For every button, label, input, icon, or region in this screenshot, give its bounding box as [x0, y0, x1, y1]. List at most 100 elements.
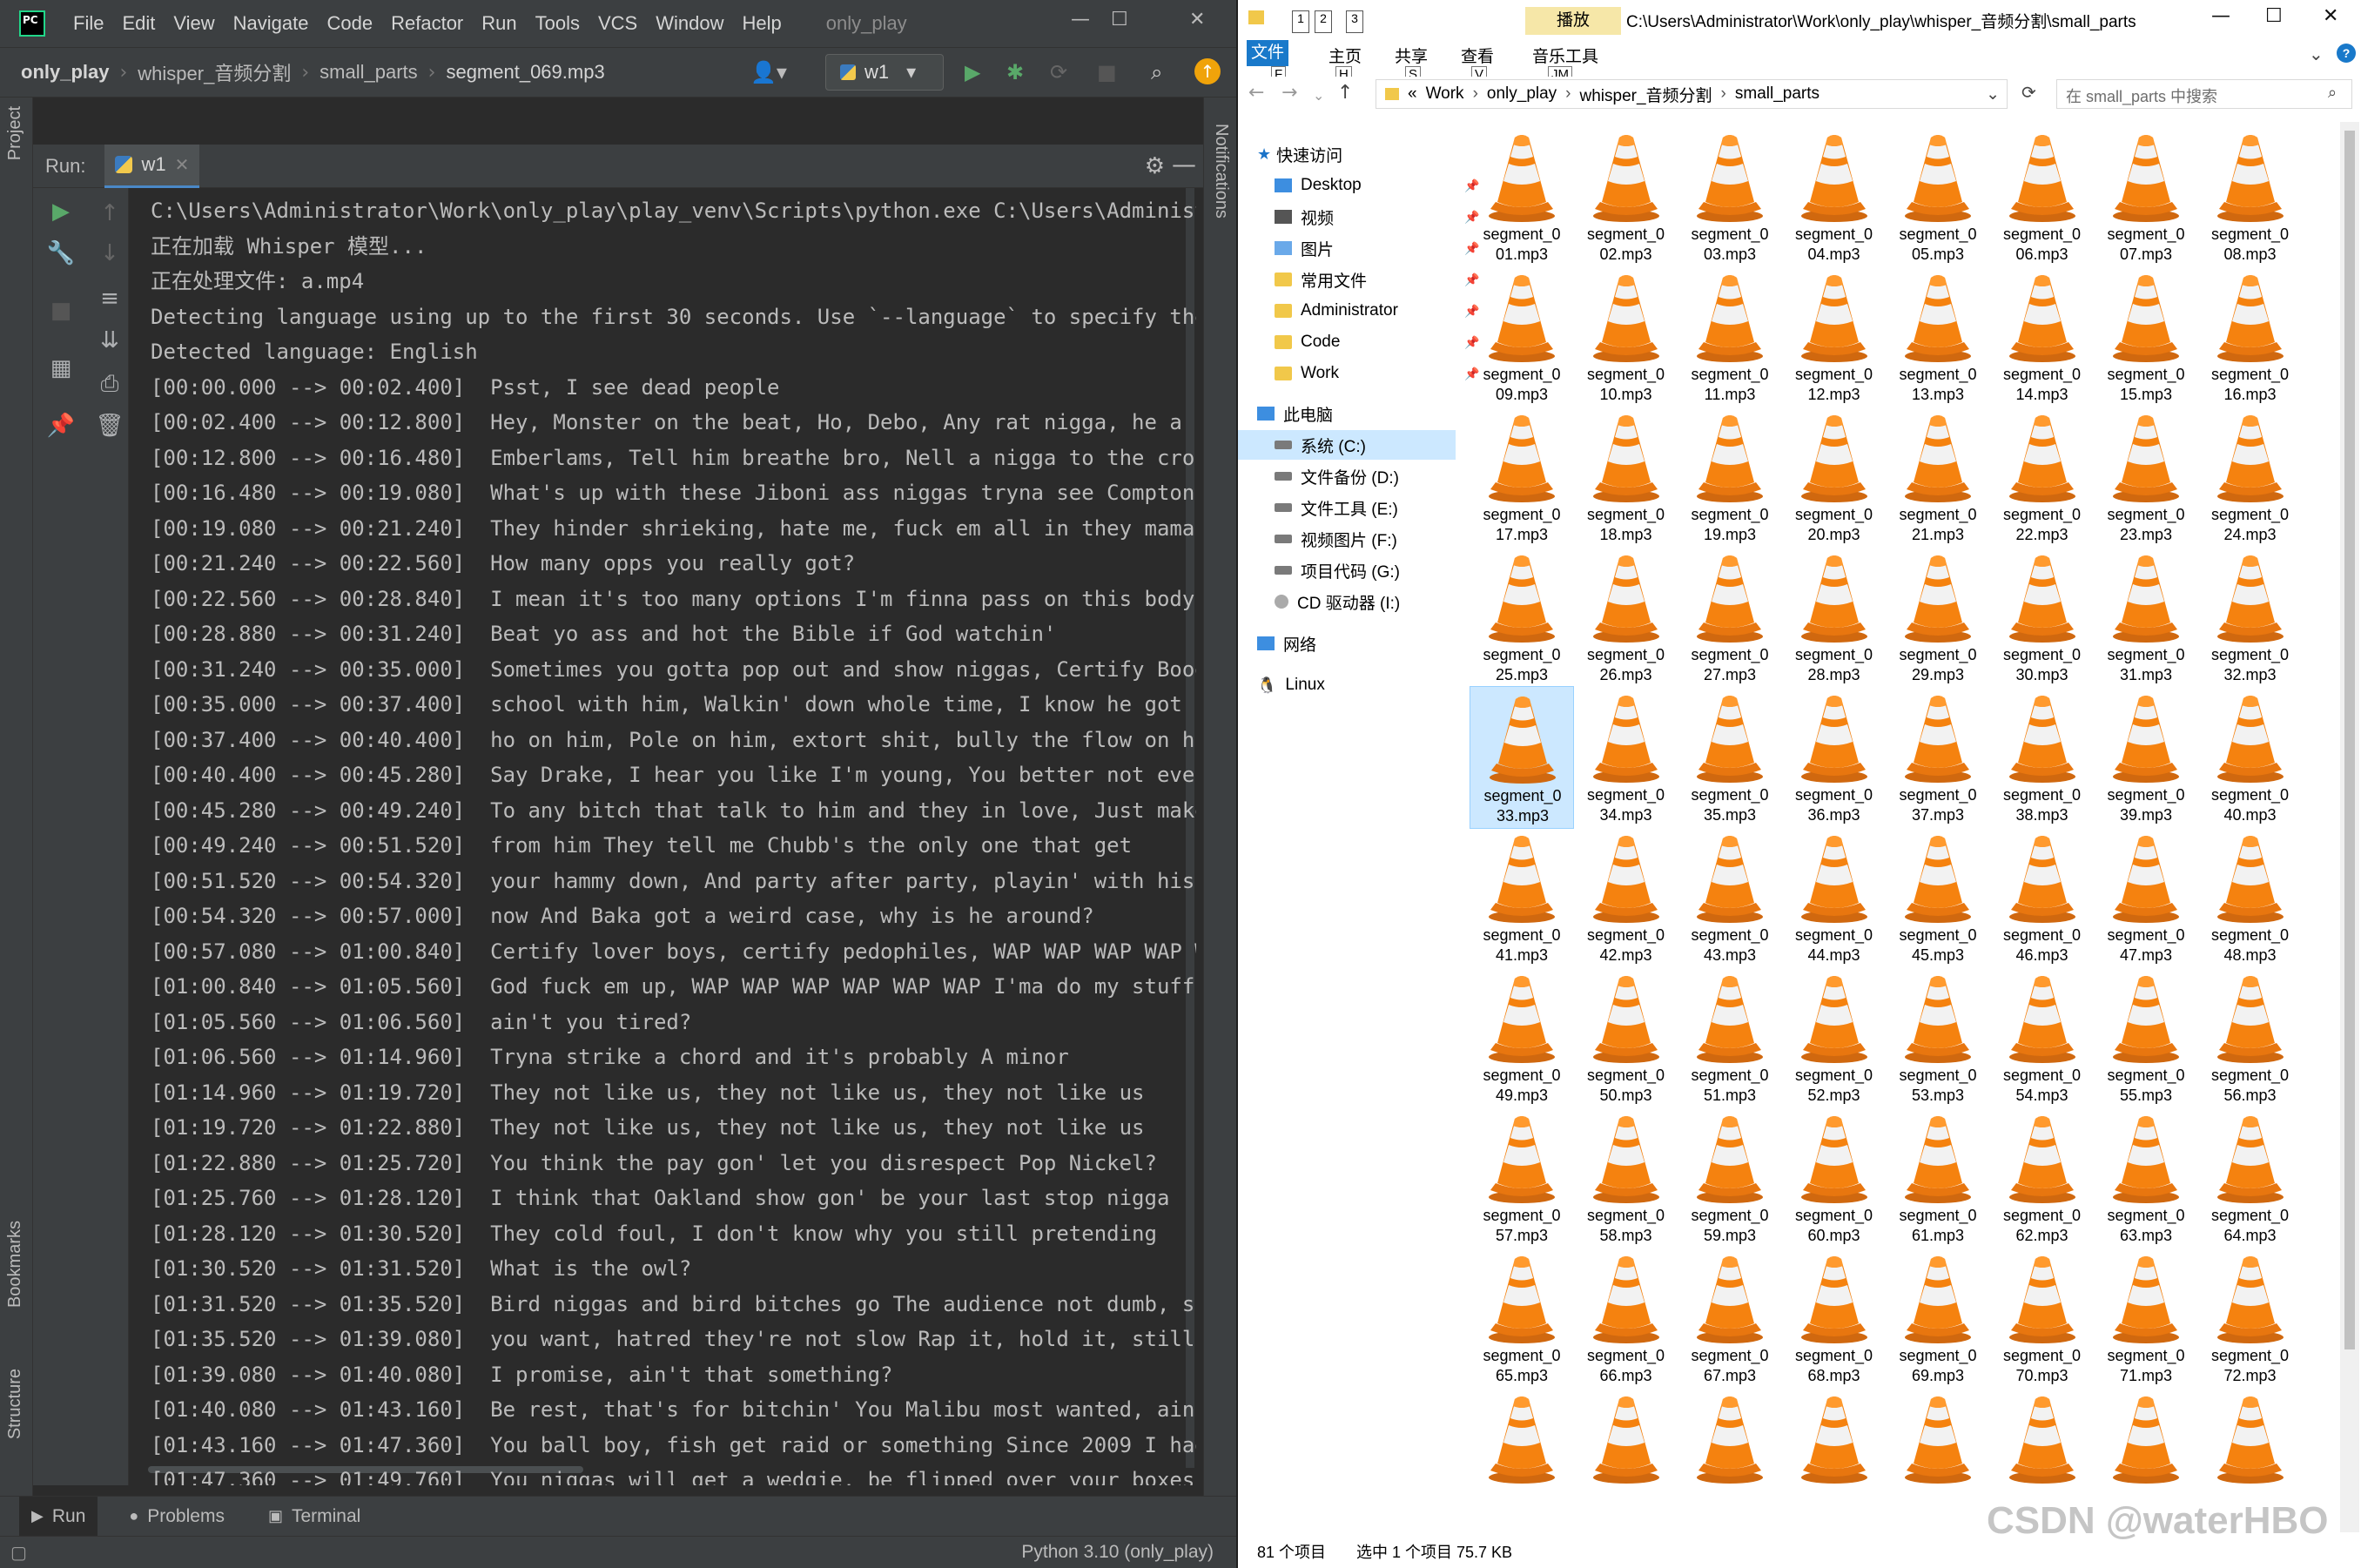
nav-quick-access[interactable]: ★ 快速访问	[1257, 139, 1342, 169]
bookmarks-tab[interactable]: Bookmarks	[5, 1221, 25, 1308]
file-grid-scrollbar[interactable]	[2340, 122, 2359, 1532]
file-item[interactable]: segment_0 63.mp3	[2094, 1107, 2198, 1249]
file-item-partial[interactable]	[1886, 1387, 1990, 1530]
nav-item-desktop[interactable]: Desktop 📌	[1275, 171, 1479, 200]
hide-panel-icon[interactable]: —	[1172, 150, 1196, 178]
file-item-partial[interactable]	[1678, 1387, 1782, 1530]
nav-item-code[interactable]: Code 📌	[1275, 327, 1479, 357]
nav-item-work[interactable]: Work 📌	[1275, 359, 1479, 388]
user-icon[interactable]: 👤▾	[750, 60, 787, 84]
file-item[interactable]: segment_0 54.mp3	[1990, 966, 2095, 1109]
file-item[interactable]: segment_0 62.mp3	[1990, 1107, 2095, 1249]
address-crumb-only-play[interactable]: only_play	[1487, 84, 1557, 104]
file-item[interactable]: segment_0 67.mp3	[1678, 1247, 1782, 1390]
nav-drive-e[interactable]: 文件工具 (E:)	[1275, 493, 1398, 522]
rerun-icon[interactable]: ▶	[44, 199, 78, 225]
terminal-tab[interactable]: ▣ Terminal	[256, 1497, 373, 1537]
back-icon[interactable]: ←	[1248, 82, 1264, 104]
minimize-icon[interactable]: —	[1071, 9, 1090, 30]
file-item[interactable]: segment_0 02.mp3	[1574, 125, 1678, 268]
minimize-icon[interactable]: —	[2211, 5, 2230, 27]
nav-item-common-files[interactable]: 常用文件 📌	[1275, 265, 1479, 294]
structure-tab[interactable]: Structure	[5, 1369, 25, 1439]
stop-icon[interactable]: ■	[44, 298, 78, 324]
menu-window[interactable]: Window	[656, 12, 723, 35]
address-crumb-whisper[interactable]: whisper_音频分割	[1580, 83, 1712, 106]
file-item[interactable]: segment_0 13.mp3	[1886, 266, 1990, 408]
debug-icon[interactable]: ✱	[1006, 60, 1024, 84]
file-item[interactable]: segment_0 34.mp3	[1574, 686, 1678, 829]
file-item[interactable]: segment_0 10.mp3	[1574, 266, 1678, 408]
file-item[interactable]: segment_0 50.mp3	[1574, 966, 1678, 1109]
recent-icon[interactable]: ⌄	[1313, 87, 1324, 104]
file-item[interactable]: segment_0 08.mp3	[2198, 125, 2303, 268]
file-item[interactable]: segment_0 25.mp3	[1470, 546, 1574, 689]
quick-access-3[interactable]: 3	[1346, 10, 1363, 33]
run-config-selector[interactable]: w1 ▾	[825, 54, 944, 91]
file-item[interactable]: segment_0 16.mp3	[2198, 266, 2303, 408]
file-item[interactable]: segment_0 53.mp3	[1886, 966, 1990, 1109]
quick-access-1[interactable]: 1	[1292, 10, 1309, 33]
file-item[interactable]: segment_0 39.mp3	[2094, 686, 2198, 829]
file-item[interactable]: segment_0 72.mp3	[2198, 1247, 2303, 1390]
file-item[interactable]: segment_0 14.mp3	[1990, 266, 2095, 408]
run-tab-w1[interactable]: w1 ✕	[104, 144, 200, 188]
file-item[interactable]: segment_0 09.mp3	[1470, 266, 1574, 408]
nav-item-pictures[interactable]: 图片 📌	[1275, 233, 1479, 263]
maximize-icon[interactable]: ☐	[1111, 9, 1128, 30]
nav-drive-f[interactable]: 视频图片 (F:)	[1275, 524, 1397, 554]
file-item[interactable]: segment_0 59.mp3	[1678, 1107, 1782, 1249]
file-item[interactable]: segment_0 64.mp3	[2198, 1107, 2303, 1249]
file-item-partial[interactable]	[1574, 1387, 1678, 1530]
pin-icon[interactable]: 📌	[44, 413, 78, 439]
help-icon[interactable]: ?	[2337, 44, 2356, 63]
close-icon[interactable]: ✕	[2323, 5, 2338, 27]
problems-tab[interactable]: ● Problems	[117, 1497, 237, 1537]
nav-drive-d[interactable]: 文件备份 (D:)	[1275, 461, 1399, 491]
breadcrumb-subfolder[interactable]: small_parts	[320, 61, 417, 84]
file-item[interactable]: segment_0 30.mp3	[1990, 546, 2095, 689]
file-item[interactable]: segment_0 07.mp3	[2094, 125, 2198, 268]
file-item[interactable]: segment_0 20.mp3	[1782, 406, 1887, 548]
print-icon[interactable]: ⎙	[92, 371, 127, 398]
nav-item-administrator[interactable]: Administrator 📌	[1275, 296, 1479, 326]
arrow-down-icon[interactable]: ↓	[92, 240, 127, 266]
menu-view[interactable]: View	[173, 12, 214, 35]
ribbon-tab-file[interactable]: 文件	[1247, 40, 1288, 66]
file-item[interactable]: segment_0 55.mp3	[2094, 966, 2198, 1109]
ribbon-tab-share[interactable]: 共享	[1395, 44, 1428, 67]
file-item[interactable]: segment_0 56.mp3	[2198, 966, 2303, 1109]
file-item[interactable]: segment_0 32.mp3	[2198, 546, 2303, 689]
notifications-tab[interactable]: Notifications	[1211, 124, 1231, 219]
coverage-icon[interactable]: ⟳	[1050, 60, 1067, 84]
arrow-up-icon[interactable]: ↑	[92, 200, 127, 226]
file-item[interactable]: segment_0 48.mp3	[2198, 826, 2303, 969]
file-item[interactable]: segment_0 38.mp3	[1990, 686, 2095, 829]
breadcrumb-file[interactable]: segment_069.mp3	[446, 61, 604, 84]
trash-icon[interactable]: 🗑	[92, 413, 127, 439]
chevron-down-icon[interactable]: ⌄	[1986, 84, 2000, 104]
address-overflow[interactable]: «	[1408, 84, 1417, 104]
run-bottom-tab[interactable]: ▶ Run	[19, 1496, 98, 1537]
menu-edit[interactable]: Edit	[122, 12, 155, 35]
up-icon[interactable]: ↑	[1337, 82, 1353, 104]
address-crumb-work[interactable]: Work	[1426, 84, 1464, 104]
scroll-to-end-icon[interactable]: ⇊	[92, 327, 127, 353]
file-item[interactable]: segment_0 36.mp3	[1782, 686, 1887, 829]
file-item[interactable]: segment_0 31.mp3	[2094, 546, 2198, 689]
menu-tools[interactable]: Tools	[535, 12, 580, 35]
file-item[interactable]: segment_0 18.mp3	[1574, 406, 1678, 548]
file-item[interactable]: segment_0 23.mp3	[2094, 406, 2198, 548]
nav-this-pc[interactable]: 此电脑	[1257, 399, 1333, 428]
file-item[interactable]: segment_0 03.mp3	[1678, 125, 1782, 268]
nav-item-videos[interactable]: 视频 📌	[1275, 202, 1479, 232]
file-item[interactable]: segment_0 04.mp3	[1782, 125, 1887, 268]
file-item[interactable]: segment_0 47.mp3	[2094, 826, 2198, 969]
file-item[interactable]: segment_0 42.mp3	[1574, 826, 1678, 969]
interpreter-selector[interactable]: Python 3.10 (only_play)	[1021, 1542, 1214, 1563]
file-item[interactable]: segment_0 29.mp3	[1886, 546, 1990, 689]
file-item[interactable]: segment_0 27.mp3	[1678, 546, 1782, 689]
file-item[interactable]: segment_0 43.mp3	[1678, 826, 1782, 969]
file-item[interactable]: segment_0 65.mp3	[1470, 1247, 1574, 1390]
file-item[interactable]: segment_0 70.mp3	[1990, 1247, 2095, 1390]
